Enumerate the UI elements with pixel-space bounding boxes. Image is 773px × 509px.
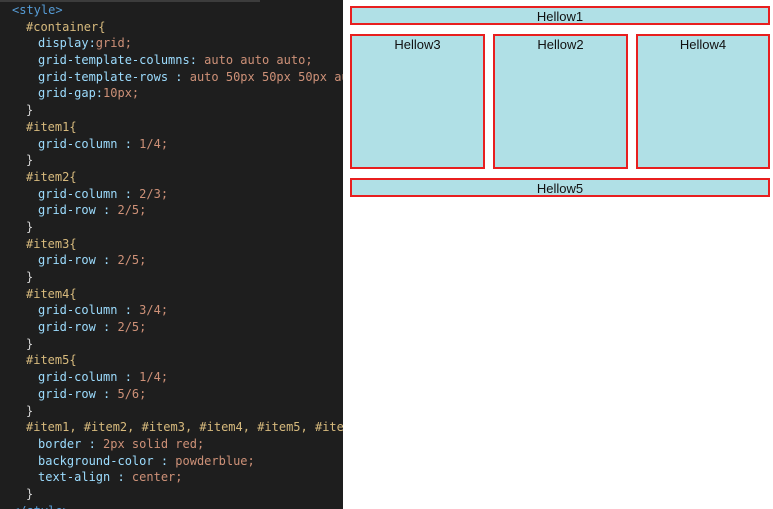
- code-line: grid-column : 1/4;: [0, 136, 343, 153]
- code-token: grid-column :: [38, 370, 140, 385]
- code-token: #container{: [26, 19, 106, 34]
- code-line: }: [0, 403, 343, 420]
- code-token: #item2{: [26, 169, 77, 184]
- code-line: grid-row : 2/5;: [0, 252, 343, 269]
- code-token: #item1{: [26, 119, 77, 134]
- code-line: grid-column : 2/3;: [0, 186, 343, 203]
- code-line: }: [0, 152, 343, 169]
- browser-preview: Hellow1 Hellow3 Hellow2 Hellow4 Hellow5: [343, 0, 773, 509]
- code-token: 2px solid red;: [103, 436, 205, 451]
- code-token: 2/5;: [117, 320, 147, 335]
- code-token: grid-row :: [38, 253, 118, 268]
- code-token: grid-row :: [38, 203, 118, 218]
- code-lines: <style> #container{display:grid; grid-temp…: [0, 2, 343, 509]
- code-editor[interactable]: <style> #container{display:grid; grid-temp…: [0, 0, 343, 509]
- code-line: grid-column : 3/4;: [0, 302, 343, 319]
- code-token: </style>: [12, 504, 70, 509]
- code-line: }: [0, 102, 343, 119]
- code-line: #item2{: [0, 169, 343, 186]
- code-line: }: [0, 269, 343, 286]
- code-line: #item4{: [0, 286, 343, 303]
- code-token: powderblue;: [175, 453, 255, 468]
- code-token: center;: [131, 470, 183, 485]
- code-token: }: [26, 153, 34, 168]
- code-line: grid-template-rows : auto 50px 50px 50px…: [0, 69, 343, 86]
- code-token: grid-template-columns:: [38, 53, 205, 68]
- code-token: #item3{: [26, 236, 77, 251]
- code-token: }: [26, 336, 34, 351]
- code-line: #item1, #item2, #item3, #item4, #item5, …: [0, 419, 343, 436]
- code-token: grid-column :: [38, 136, 140, 151]
- code-line: text-align : center;: [0, 469, 343, 486]
- code-line: grid-column : 1/4;: [0, 369, 343, 386]
- code-line: grid-row : 2/5;: [0, 319, 343, 336]
- code-token: 10px;: [103, 86, 140, 101]
- code-line: grid-row : 5/6;: [0, 386, 343, 403]
- code-token: }: [26, 403, 34, 418]
- grid-item-1: Hellow1: [350, 6, 770, 25]
- code-token: #item5{: [26, 353, 77, 368]
- code-token: grid-template-rows :: [38, 69, 190, 84]
- code-token: 2/5;: [117, 253, 147, 268]
- code-token: #item1, #item2, #item3, #item4, #item5, …: [26, 420, 343, 435]
- code-token: auto auto auto;: [204, 53, 313, 68]
- code-token: background-color :: [38, 453, 176, 468]
- code-token: auto 50px 50px 50px auto;: [189, 69, 343, 84]
- code-token: 1/4;: [139, 370, 169, 385]
- code-token: grid;: [95, 36, 132, 51]
- code-token: 2/3;: [139, 186, 169, 201]
- code-token: 2/5;: [117, 203, 147, 218]
- code-token: #item4{: [26, 286, 77, 301]
- grid-item-2: Hellow2: [493, 34, 628, 169]
- code-token: <style>: [12, 3, 63, 17]
- code-token: 3/4;: [139, 303, 169, 318]
- code-token: 5/6;: [117, 386, 147, 401]
- code-line: <style>: [0, 2, 343, 19]
- code-token: grid-row :: [38, 320, 118, 335]
- code-token: grid-gap:: [38, 86, 104, 101]
- code-token: }: [26, 270, 34, 284]
- code-token: grid-column :: [38, 186, 140, 201]
- code-line: #item3{: [0, 236, 343, 253]
- code-line: background-color : powderblue;: [0, 453, 343, 470]
- code-token: }: [26, 486, 34, 501]
- code-line: display:grid;: [0, 35, 343, 52]
- code-line: grid-row : 2/5;: [0, 202, 343, 219]
- code-token: text-align :: [38, 470, 132, 485]
- code-line: border : 2px solid red;: [0, 436, 343, 453]
- grid-item-5: Hellow5: [350, 178, 770, 197]
- code-line: }: [0, 336, 343, 353]
- code-token: 1/4;: [139, 136, 169, 151]
- grid-item-4: Hellow4: [636, 34, 770, 169]
- code-token: }: [26, 103, 34, 118]
- code-line: }: [0, 486, 343, 503]
- code-line: grid-gap:10px;: [0, 85, 343, 102]
- code-line: </style>: [0, 503, 343, 509]
- code-token: display:: [38, 36, 96, 51]
- code-token: border :: [38, 436, 104, 451]
- code-line: #item1{: [0, 119, 343, 136]
- code-token: grid-column :: [38, 303, 140, 318]
- code-line: #container{: [0, 19, 343, 36]
- grid-item-3: Hellow3: [350, 34, 485, 169]
- code-line: grid-template-columns: auto auto auto;: [0, 52, 343, 69]
- code-token: }: [26, 219, 34, 234]
- code-line: }: [0, 219, 343, 236]
- code-line: #item5{: [0, 352, 343, 369]
- code-token: grid-row :: [38, 386, 118, 401]
